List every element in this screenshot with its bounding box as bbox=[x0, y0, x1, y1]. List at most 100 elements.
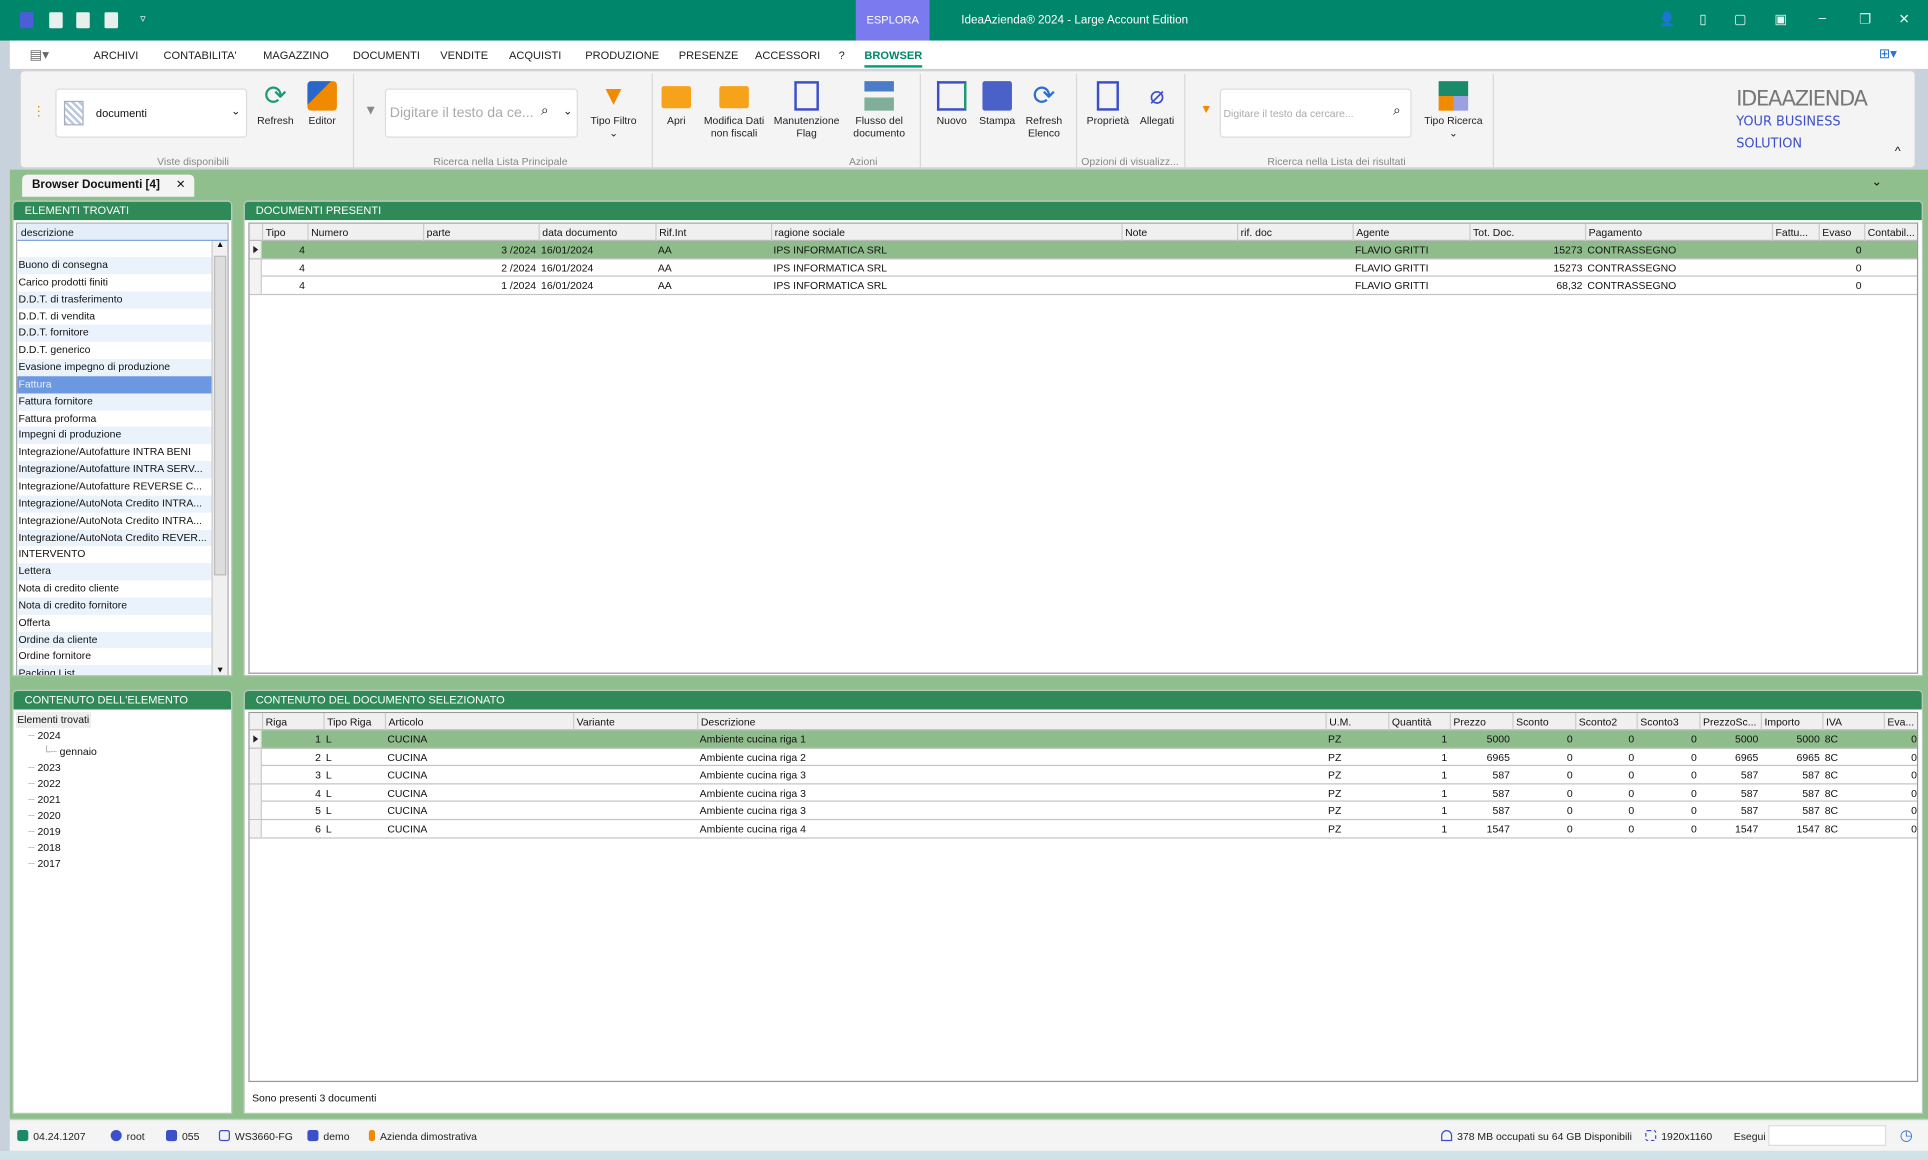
menu-magazzino[interactable]: MAGAZZINO bbox=[263, 49, 329, 61]
edit-nonfiscal-button[interactable]: Modifica Dati non fiscali bbox=[700, 81, 769, 139]
restore-icon[interactable]: ❐ bbox=[1859, 11, 1871, 27]
column-header[interactable]: Tipo bbox=[261, 223, 307, 242]
column-header[interactable]: PrezzoSc... bbox=[1699, 713, 1760, 731]
refresh-button[interactable]: ⟳ Refresh bbox=[255, 81, 297, 127]
list-item[interactable]: Packing List bbox=[17, 665, 212, 676]
filter-type-button[interactable]: ▼ Tipo Filtro ⌄ bbox=[584, 81, 643, 139]
menu-help[interactable]: ? bbox=[839, 49, 845, 61]
column-header[interactable]: Sconto3 bbox=[1636, 713, 1700, 731]
list-item[interactable]: Fattura fornitore bbox=[17, 393, 212, 411]
tab-browser-documenti[interactable]: Browser Documenti [4] ✕ bbox=[22, 174, 195, 197]
column-header[interactable]: Importo bbox=[1760, 713, 1822, 731]
views-combo[interactable]: documenti ⌄ bbox=[55, 88, 248, 138]
list-item[interactable]: Lettera bbox=[17, 563, 212, 581]
list-item[interactable]: Integrazione/Autofatture INTRA SERV... bbox=[17, 461, 212, 479]
refresh-list-button[interactable]: ⟳ Refresh Elenco bbox=[1021, 81, 1068, 139]
column-header[interactable]: Fattu... bbox=[1771, 223, 1819, 242]
close-tab-icon[interactable]: ✕ bbox=[176, 175, 186, 197]
menu-archivi[interactable]: ARCHIVI bbox=[93, 49, 138, 61]
filter-icon[interactable]: ▼ bbox=[1200, 103, 1212, 117]
column-header[interactable]: Contabil... bbox=[1864, 223, 1919, 242]
search-type-button[interactable]: Tipo Ricerca ⌄ bbox=[1420, 81, 1486, 139]
list-item[interactable]: Fattura bbox=[17, 376, 212, 394]
column-header[interactable]: Numero bbox=[307, 223, 423, 242]
scroll-thumb[interactable] bbox=[213, 255, 227, 576]
help-icon[interactable]: ▢ bbox=[1734, 11, 1747, 27]
column-header[interactable]: Sconto2 bbox=[1575, 713, 1636, 731]
list-item[interactable]: Nota di credito cliente bbox=[17, 580, 211, 597]
clock-icon[interactable]: ◷ bbox=[1900, 1126, 1913, 1143]
tree-node[interactable]: ┈ 2023 bbox=[16, 760, 231, 776]
menu-vendite[interactable]: VENDITE bbox=[440, 49, 488, 61]
menu-presenze[interactable]: PRESENZE bbox=[679, 49, 739, 61]
menu-contabilita[interactable]: CONTABILITA' bbox=[164, 49, 237, 61]
search-icon[interactable]: ⌕ bbox=[1393, 103, 1401, 119]
table-row[interactable]: 4 2 /2024 16/01/2024 AA IPS INFORMATICA SRL F… bbox=[249, 258, 1917, 277]
menu-accessori[interactable]: ACCESSORI bbox=[755, 49, 820, 61]
minimize-icon[interactable]: – bbox=[1819, 11, 1827, 26]
open-button[interactable]: Apri bbox=[658, 81, 695, 127]
tree-node[interactable]: ┈ 2017 bbox=[16, 856, 231, 872]
tree-root[interactable]: Elementi trovati bbox=[15, 711, 91, 728]
column-header[interactable]: IVA bbox=[1822, 713, 1883, 731]
column-header[interactable]: U.M. bbox=[1325, 713, 1389, 731]
column-header[interactable]: Variante bbox=[572, 713, 697, 731]
main-search-input[interactable]: Digitare il testo da ce... ⌕ ⌄ bbox=[384, 88, 578, 138]
table-row[interactable]: 3 L CUCINA Ambiente cucina riga 3 PZ 1 587 0 0 0 5… bbox=[249, 766, 1917, 785]
list-item[interactable]: Buono di consegna bbox=[17, 256, 212, 275]
list-item[interactable]: INTERVENTO bbox=[17, 546, 211, 563]
list-item[interactable]: Fattura proforma bbox=[17, 410, 211, 427]
column-header[interactable]: Descrizione bbox=[697, 713, 1325, 731]
scroll-down-icon[interactable]: ▼ bbox=[213, 666, 228, 675]
menu-browser[interactable]: BROWSER bbox=[864, 49, 923, 68]
list-item[interactable]: Integrazione/Autofatture INTRA BENI bbox=[17, 444, 211, 461]
list-item[interactable]: D.D.T. fornitore bbox=[17, 325, 212, 343]
list-item[interactable]: Offerta bbox=[17, 614, 211, 631]
collapse-ribbon-icon[interactable]: ^ bbox=[1895, 145, 1901, 159]
new-button[interactable]: Nuovo bbox=[931, 81, 973, 127]
layout-icon[interactable]: ⊞▾ bbox=[1879, 45, 1897, 62]
list-item[interactable]: Integrazione/AutoNota Credito INTRA... bbox=[17, 512, 211, 529]
column-header[interactable]: Note bbox=[1121, 223, 1237, 242]
chevron-down-icon[interactable]: ⌄ bbox=[1871, 176, 1881, 190]
run-command-input[interactable] bbox=[1768, 1125, 1887, 1146]
scrollbar[interactable]: ▲ ▼ bbox=[211, 241, 228, 676]
table-row[interactable]: 6 L CUCINA Ambiente cucina riga 4 PZ 1 1547 0 0 0… bbox=[249, 820, 1917, 839]
column-header[interactable]: ragione sociale bbox=[770, 223, 1121, 242]
list-item[interactable]: D.D.T. di vendita bbox=[17, 308, 211, 325]
column-header[interactable]: Articolo bbox=[384, 713, 573, 731]
column-header[interactable]: data documento bbox=[538, 223, 656, 242]
column-header[interactable]: Quantità bbox=[1388, 713, 1449, 731]
column-header[interactable]: Riga bbox=[261, 713, 323, 731]
document-search-icon[interactable]: ▯ bbox=[1699, 11, 1706, 27]
tree-node[interactable]: ┈ 2021 bbox=[16, 792, 231, 808]
editor-button[interactable]: Editor bbox=[301, 81, 343, 127]
chevron-down-icon[interactable]: ⌄ bbox=[563, 105, 572, 119]
column-header[interactable]: parte bbox=[422, 223, 539, 242]
list-item[interactable]: Integrazione/Autofatture REVERSE C... bbox=[17, 478, 211, 495]
table-row[interactable]: 1 L CUCINA Ambiente cucina riga 1 PZ 1 5000 0 0 0… bbox=[249, 730, 1917, 749]
column-header[interactable]: Sconto bbox=[1512, 713, 1575, 731]
menu-documenti[interactable]: DOCUMENTI bbox=[353, 49, 420, 61]
tree-node[interactable]: ┈ 2019 bbox=[16, 824, 231, 840]
app-menu-icon[interactable]: ▤▾ bbox=[30, 47, 50, 63]
search-icon[interactable]: ⌕ bbox=[541, 103, 549, 119]
document-flow-button[interactable]: Flusso del documento bbox=[847, 81, 911, 139]
column-header[interactable]: Prezzo bbox=[1449, 713, 1513, 731]
list-item[interactable]: Carico prodotti finiti bbox=[17, 274, 211, 291]
column-header[interactable]: Rif.Int bbox=[655, 223, 771, 242]
column-header[interactable]: Agente bbox=[1352, 223, 1470, 242]
list-item[interactable]: Integrazione/AutoNota Credito REVER... bbox=[17, 529, 212, 547]
menu-acquisti[interactable]: ACQUISTI bbox=[509, 49, 561, 61]
list-item[interactable]: Ordine fornitore bbox=[17, 648, 211, 665]
tree-node[interactable]: ┈ 2020 bbox=[16, 808, 231, 824]
user-icon[interactable]: 👤 bbox=[1659, 11, 1676, 27]
table-row[interactable]: 4 1 /2024 16/01/2024 AA IPS INFORMATICA SRL F… bbox=[249, 276, 1917, 295]
flag-maintenance-button[interactable]: Manutenzione Flag bbox=[771, 81, 842, 139]
table-row[interactable]: 2 L CUCINA Ambiente cucina riga 2 PZ 1 6965 0 0 0… bbox=[249, 748, 1917, 767]
column-header[interactable]: Tipo Riga bbox=[323, 713, 384, 731]
list-item[interactable]: Evasione impegno di produzione bbox=[17, 359, 212, 377]
table-row[interactable]: 5 L CUCINA Ambiente cucina riga 3 PZ 1 587 0 0 0 5… bbox=[249, 802, 1917, 821]
list-item[interactable]: D.D.T. di trasferimento bbox=[17, 291, 212, 309]
table-row[interactable]: 4 3 /2024 16/01/2024 AA IPS INFORMATICA SRL F… bbox=[249, 241, 1917, 259]
